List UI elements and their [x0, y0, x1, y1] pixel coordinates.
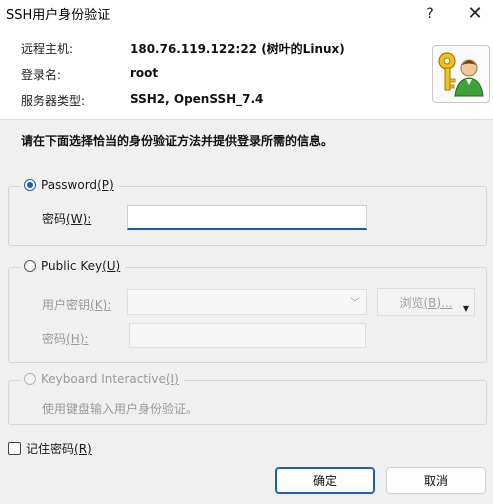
user-key-label: 用户密钥(K): [42, 298, 112, 312]
server-type-value: SSH2, OpenSSH_7.4 [130, 92, 264, 106]
remote-host-value: 180.76.119.122:22 (树叶的Linux) [130, 42, 345, 56]
radio-checked-icon[interactable] [24, 179, 36, 191]
browse-button[interactable]: 浏览(B)... ▼ [377, 288, 475, 316]
keyboard-radio-label: Keyboard Interactive [41, 372, 166, 386]
password-radio-label: Password [41, 178, 98, 192]
instruction-text: 请在下面选择恰当的身份验证方法并提供登录所需的信息。 [21, 134, 334, 148]
window-title: SSH用户身份验证 [6, 8, 111, 23]
user-key-select[interactable]: ﹀ [127, 289, 367, 315]
connection-info-panel: 远程主机: 180.76.119.122:22 (树叶的Linux) 登录名: … [0, 27, 493, 120]
radio-disabled-icon[interactable] [24, 373, 36, 385]
public-key-radio-label: Public Key [41, 259, 103, 273]
keyboard-interactive-radio[interactable]: Keyboard Interactive(I) [21, 372, 184, 386]
remember-password-checkbox[interactable]: 记住密码(R) [8, 440, 92, 457]
passphrase-label: 密码(H): [42, 332, 89, 346]
public-key-radio-hotkey: (U) [102, 259, 121, 273]
radio-unchecked-icon[interactable] [24, 260, 36, 272]
keyboard-description: 使用键盘输入用户身份验证。 [42, 402, 199, 416]
chevron-down-icon: ﹀ [350, 298, 360, 309]
close-button[interactable]: ✕ [457, 0, 493, 27]
password-field-label: 密码(W): [42, 212, 92, 226]
ok-button[interactable]: 确定 [275, 467, 375, 494]
keyboard-radio-hotkey: (I) [165, 372, 179, 386]
passphrase-input[interactable] [129, 323, 366, 348]
login-name-label: 登录名: [21, 68, 62, 82]
password-radio-hotkey: (P) [97, 178, 114, 192]
password-group: Password(P) 密码(W): [8, 178, 487, 246]
user-key-icon [432, 45, 490, 103]
remote-host-label: 远程主机: [21, 42, 74, 56]
cancel-button[interactable]: 取消 [386, 467, 486, 494]
title-bar: SSH用户身份验证 ? ✕ [0, 0, 493, 27]
public-key-radio[interactable]: Public Key(U) [21, 259, 126, 273]
keyboard-interactive-group: Keyboard Interactive(I) 使用键盘输入用户身份验证。 [8, 372, 487, 425]
public-key-group: Public Key(U) 用户密钥(K): ﹀ 浏览(B)... ▼ 密码(H… [8, 259, 487, 363]
checkbox-icon[interactable] [8, 442, 21, 455]
remember-label: 记住密码 [26, 442, 75, 456]
login-name-value: root [130, 66, 159, 80]
server-type-label: 服务器类型: [21, 94, 86, 108]
password-input[interactable] [127, 205, 367, 230]
dropdown-arrow-icon: ▼ [462, 304, 469, 313]
password-radio[interactable]: Password(P) [21, 178, 119, 192]
remember-hotkey: (R) [74, 442, 92, 456]
help-button[interactable]: ? [412, 0, 448, 27]
